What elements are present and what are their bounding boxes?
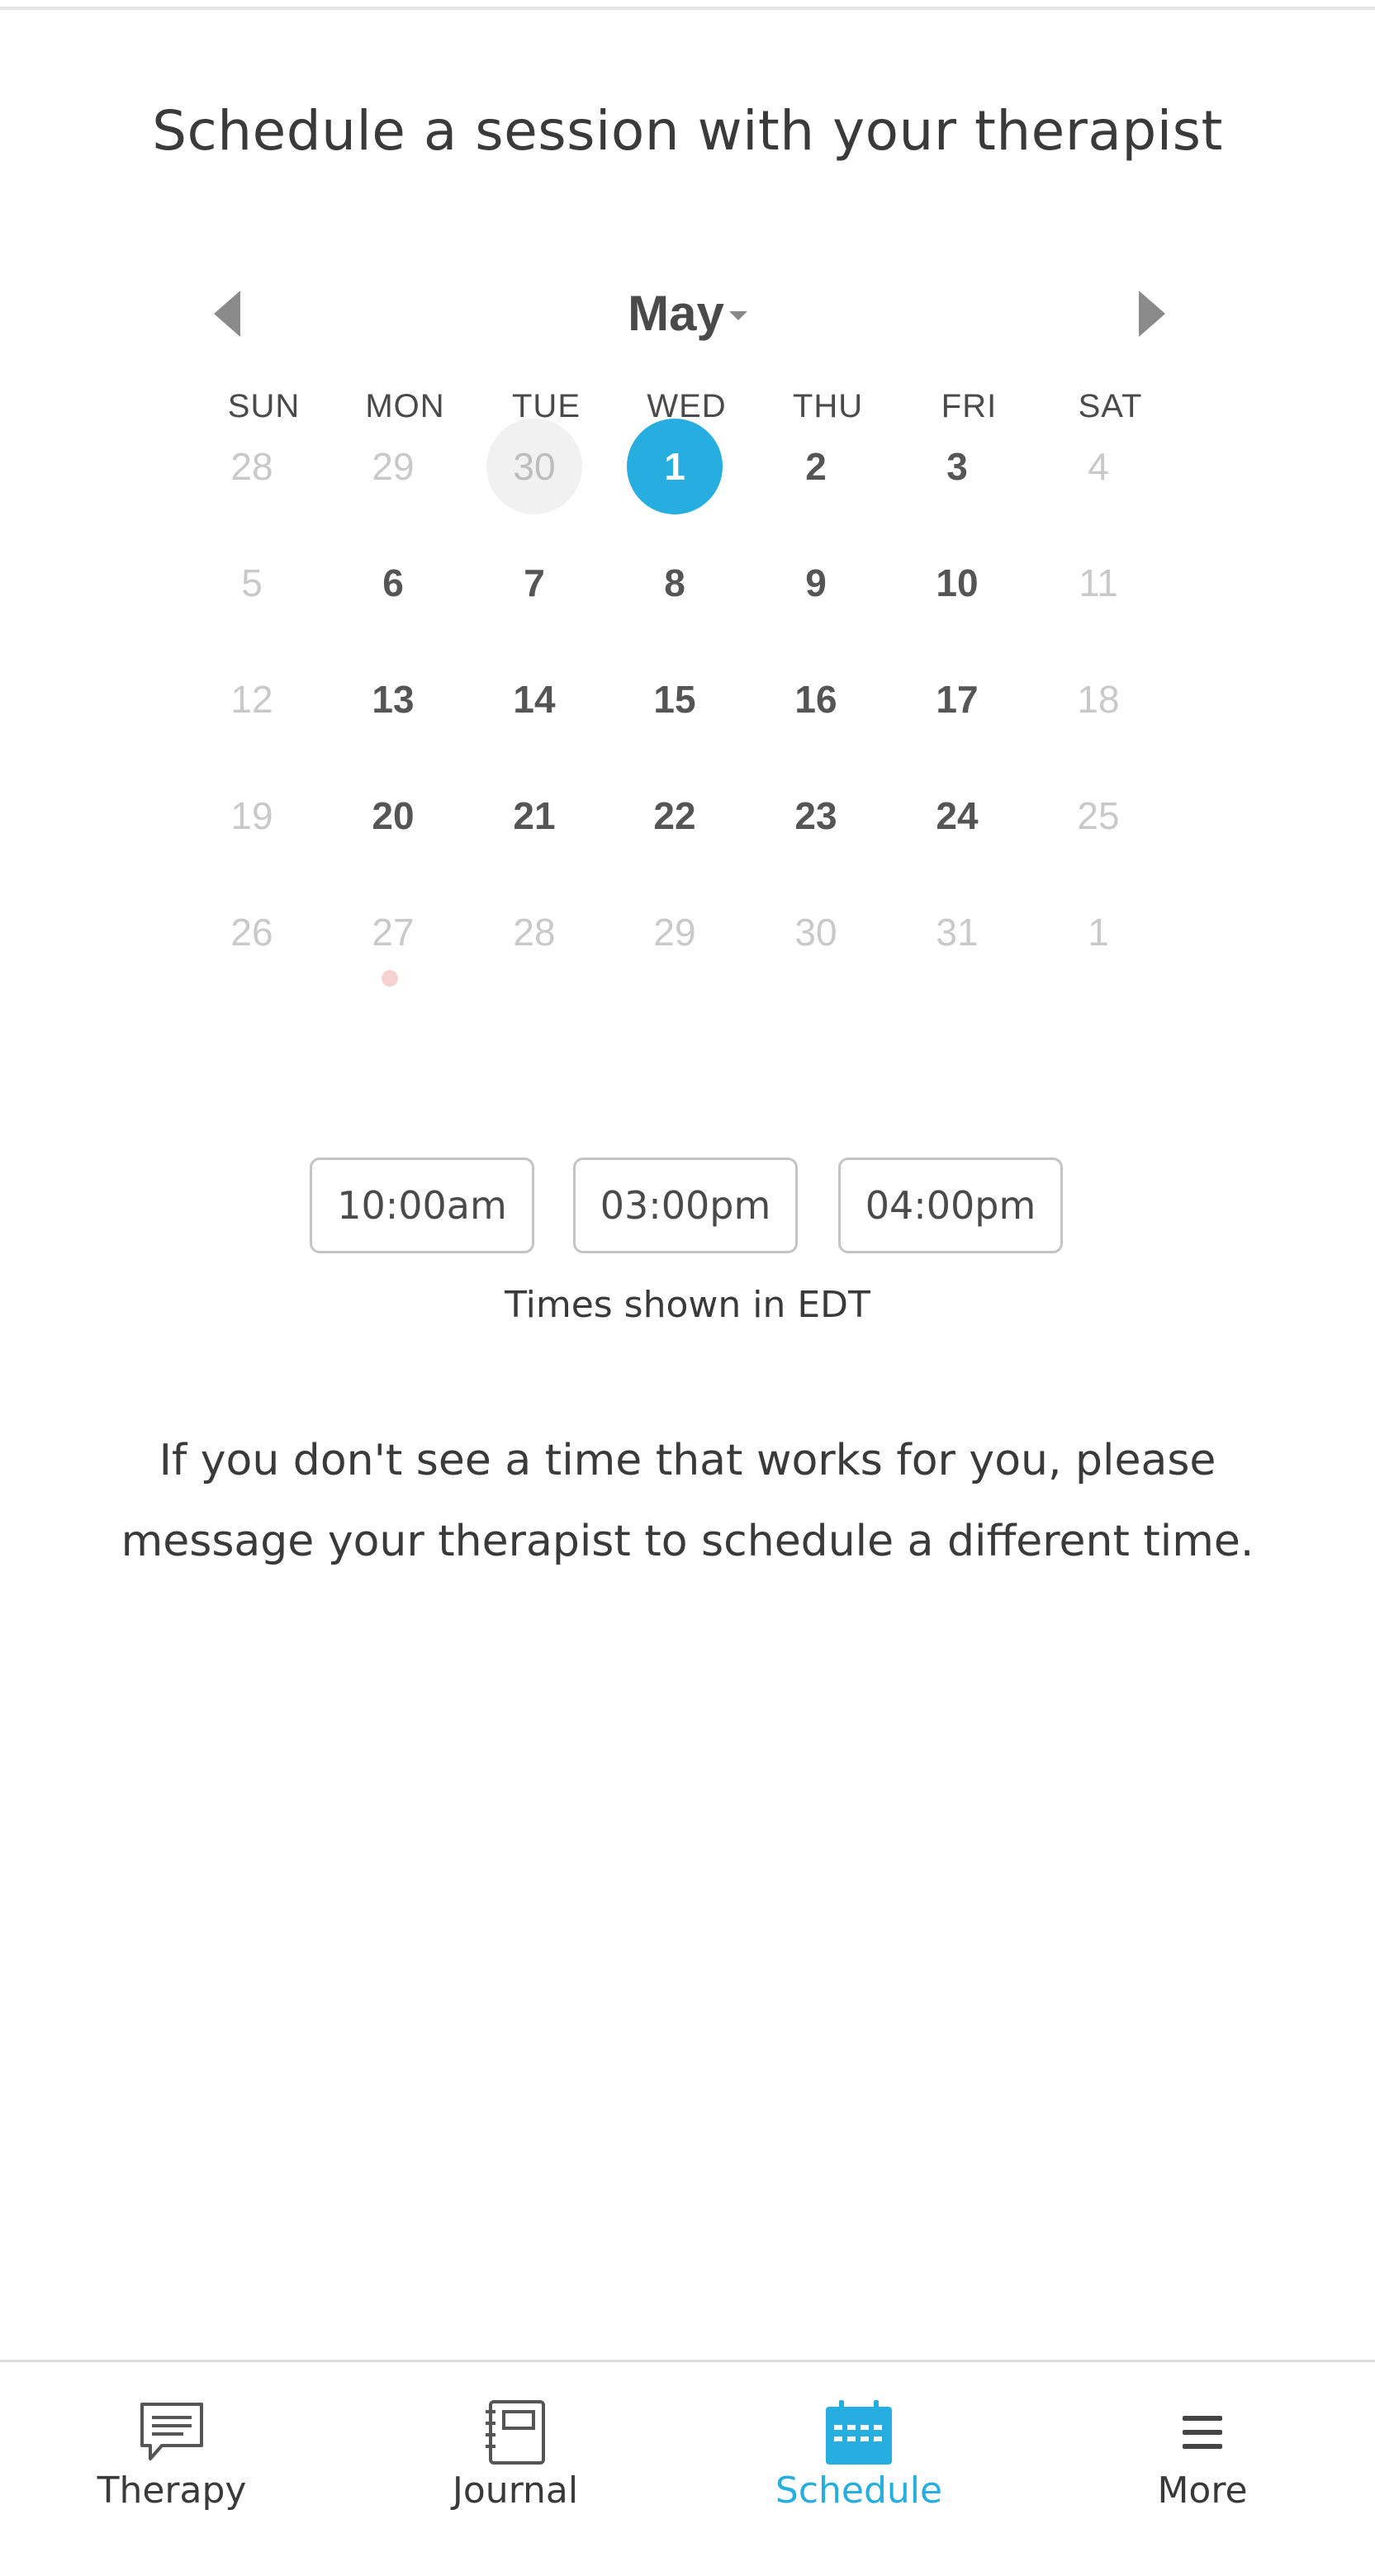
event-indicator-dot (382, 970, 398, 987)
calendar-day: 26 (230, 911, 273, 954)
hamburger-menu-icon (1165, 2395, 1240, 2469)
calendar-day: 28 (513, 911, 556, 954)
nav-tab-label: More (1157, 2469, 1248, 2512)
calendar-day[interactable]: 7 (486, 535, 582, 631)
calendar-day: 29 (372, 445, 415, 488)
time-slot-button[interactable]: 10:00am (310, 1158, 534, 1253)
calendar-day: 5 (241, 561, 263, 604)
bottom-nav-bar: Therapy Journal Schedule More (0, 2360, 1375, 2576)
schedule-screen: Schedule a session with your therapist M… (0, 0, 1375, 2576)
calendar-day[interactable]: 10 (909, 535, 1005, 631)
page-title: Schedule a session with your therapist (152, 99, 1223, 163)
triangle-right-icon (1139, 291, 1165, 337)
calendar-day: 11 (1079, 561, 1118, 604)
month-label: May (628, 286, 724, 341)
calendar-day[interactable]: 9 (768, 535, 864, 631)
calendar-day[interactable]: 16 (768, 651, 864, 747)
nav-tab-schedule[interactable]: Schedule (687, 2362, 1031, 2576)
calendar-day[interactable]: 6 (345, 535, 441, 631)
calendar-day: 28 (230, 445, 273, 488)
calendar-day[interactable]: 2 (768, 419, 864, 514)
calendar-day: 31 (936, 911, 979, 954)
calendar-day[interactable]: 21 (486, 768, 582, 864)
selected-day[interactable]: 1 (627, 419, 723, 514)
calendar-day: 27 (372, 911, 415, 954)
calendar-day[interactable]: 22 (627, 768, 723, 864)
calendar-day: 29 (653, 911, 696, 954)
calendar-day[interactable]: 8 (627, 535, 723, 631)
top-divider (0, 7, 1375, 10)
help-message: If you don't see a time that works for y… (121, 1436, 1254, 1566)
time-slot-button[interactable]: 04:00pm (838, 1158, 1063, 1253)
calendar-day[interactable]: 20 (345, 768, 441, 864)
calendar-day[interactable]: 23 (768, 768, 864, 864)
chat-bubble-icon (135, 2395, 209, 2469)
nav-tab-label: Schedule (775, 2469, 943, 2512)
nav-tab-journal[interactable]: Journal (344, 2362, 687, 2576)
time-slot-button[interactable]: 03:00pm (573, 1158, 798, 1253)
calendar-day: 4 (1088, 445, 1109, 488)
today-day: 30 (486, 419, 582, 514)
calendar-day[interactable]: 15 (627, 651, 723, 747)
nav-tab-therapy[interactable]: Therapy (0, 2362, 344, 2576)
calendar-icon (822, 2395, 896, 2469)
notebook-icon (478, 2395, 552, 2469)
calendar-day: 19 (230, 794, 273, 837)
calendar-day: 1 (1088, 911, 1109, 954)
calendar-day: 12 (230, 678, 273, 721)
calendar-day[interactable]: 3 (909, 419, 1005, 514)
calendar-day: 18 (1077, 678, 1120, 721)
calendar-day: 25 (1077, 794, 1120, 837)
calendar-day[interactable]: 13 (345, 651, 441, 747)
timezone-note: Times shown in EDT (505, 1284, 870, 1326)
nav-tab-label: Therapy (97, 2469, 247, 2512)
calendar-day[interactable]: 24 (909, 768, 1005, 864)
calendar-day: 30 (794, 911, 837, 954)
calendar-day[interactable]: 17 (909, 651, 1005, 747)
calendar-day[interactable]: 14 (486, 651, 582, 747)
next-month-button[interactable] (1123, 285, 1181, 343)
caret-down-icon (728, 310, 747, 320)
nav-tab-label: Journal (452, 2469, 579, 2512)
nav-tab-more[interactable]: More (1031, 2362, 1374, 2576)
